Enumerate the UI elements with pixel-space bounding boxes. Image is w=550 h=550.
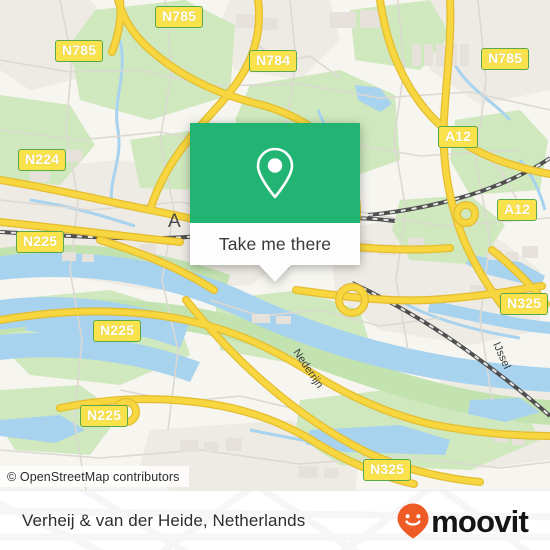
road-shield-n225: N225 <box>93 320 142 342</box>
road-shield-a12: A12 <box>438 126 479 148</box>
road-shield-n785: N785 <box>481 48 530 70</box>
take-me-there-popup[interactable]: Take me there <box>190 123 360 282</box>
road-shield-n325: N325 <box>500 293 549 315</box>
popup-pin-area <box>190 123 360 223</box>
moovit-logo[interactable]: moovit <box>396 502 529 540</box>
osm-attribution-text: © OpenStreetMap contributors <box>7 469 180 484</box>
footer-content: Verheij & van der Heide, Netherlands moo… <box>0 491 550 550</box>
take-me-there-button[interactable]: Take me there <box>190 223 360 265</box>
moovit-map-screen: Nederrijn IJssel A N785 N785 N784 N785 N224 A… <box>0 0 550 550</box>
road-shield-n785: N785 <box>55 40 104 62</box>
road-shield-n224: N224 <box>18 149 67 171</box>
moovit-wordmark: moovit <box>431 503 529 539</box>
moovit-smiley-pin-icon <box>397 503 429 539</box>
take-me-there-label: Take me there <box>218 233 332 254</box>
footer-bar: Verheij & van der Heide, Netherlands moo… <box>0 490 550 550</box>
road-shield-n784: N784 <box>249 50 298 72</box>
road-shield-n325: N325 <box>363 459 412 481</box>
osm-attribution[interactable]: © OpenStreetMap contributors <box>0 466 189 487</box>
city-label-clipped: A <box>168 211 181 232</box>
map-pin-icon <box>256 147 294 199</box>
popup-pointer <box>259 265 291 282</box>
road-shield-a12: A12 <box>497 199 538 221</box>
road-shield-n225: N225 <box>80 405 129 427</box>
road-shield-n785: N785 <box>155 6 204 28</box>
road-shield-n225: N225 <box>16 231 65 253</box>
location-title: Verheij & van der Heide, Netherlands <box>22 511 306 530</box>
